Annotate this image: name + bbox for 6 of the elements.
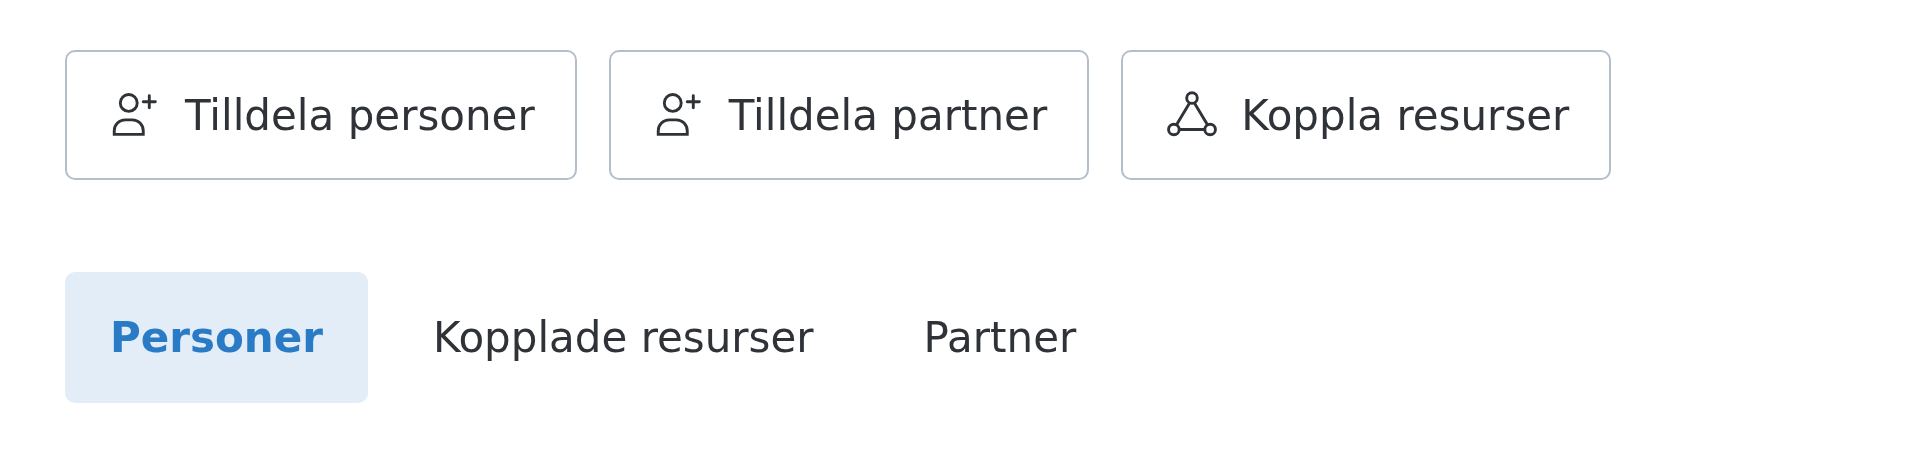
tab[interactable]: Partner [878,272,1122,403]
action-button[interactable]: Tilldela partner [608,50,1090,180]
action-button[interactable]: Tilldela personer [65,50,577,180]
tab[interactable]: Kopplade resurser [387,272,859,403]
action-button[interactable]: Koppla resurser [1121,50,1612,180]
tab[interactable]: Personer [65,272,368,403]
